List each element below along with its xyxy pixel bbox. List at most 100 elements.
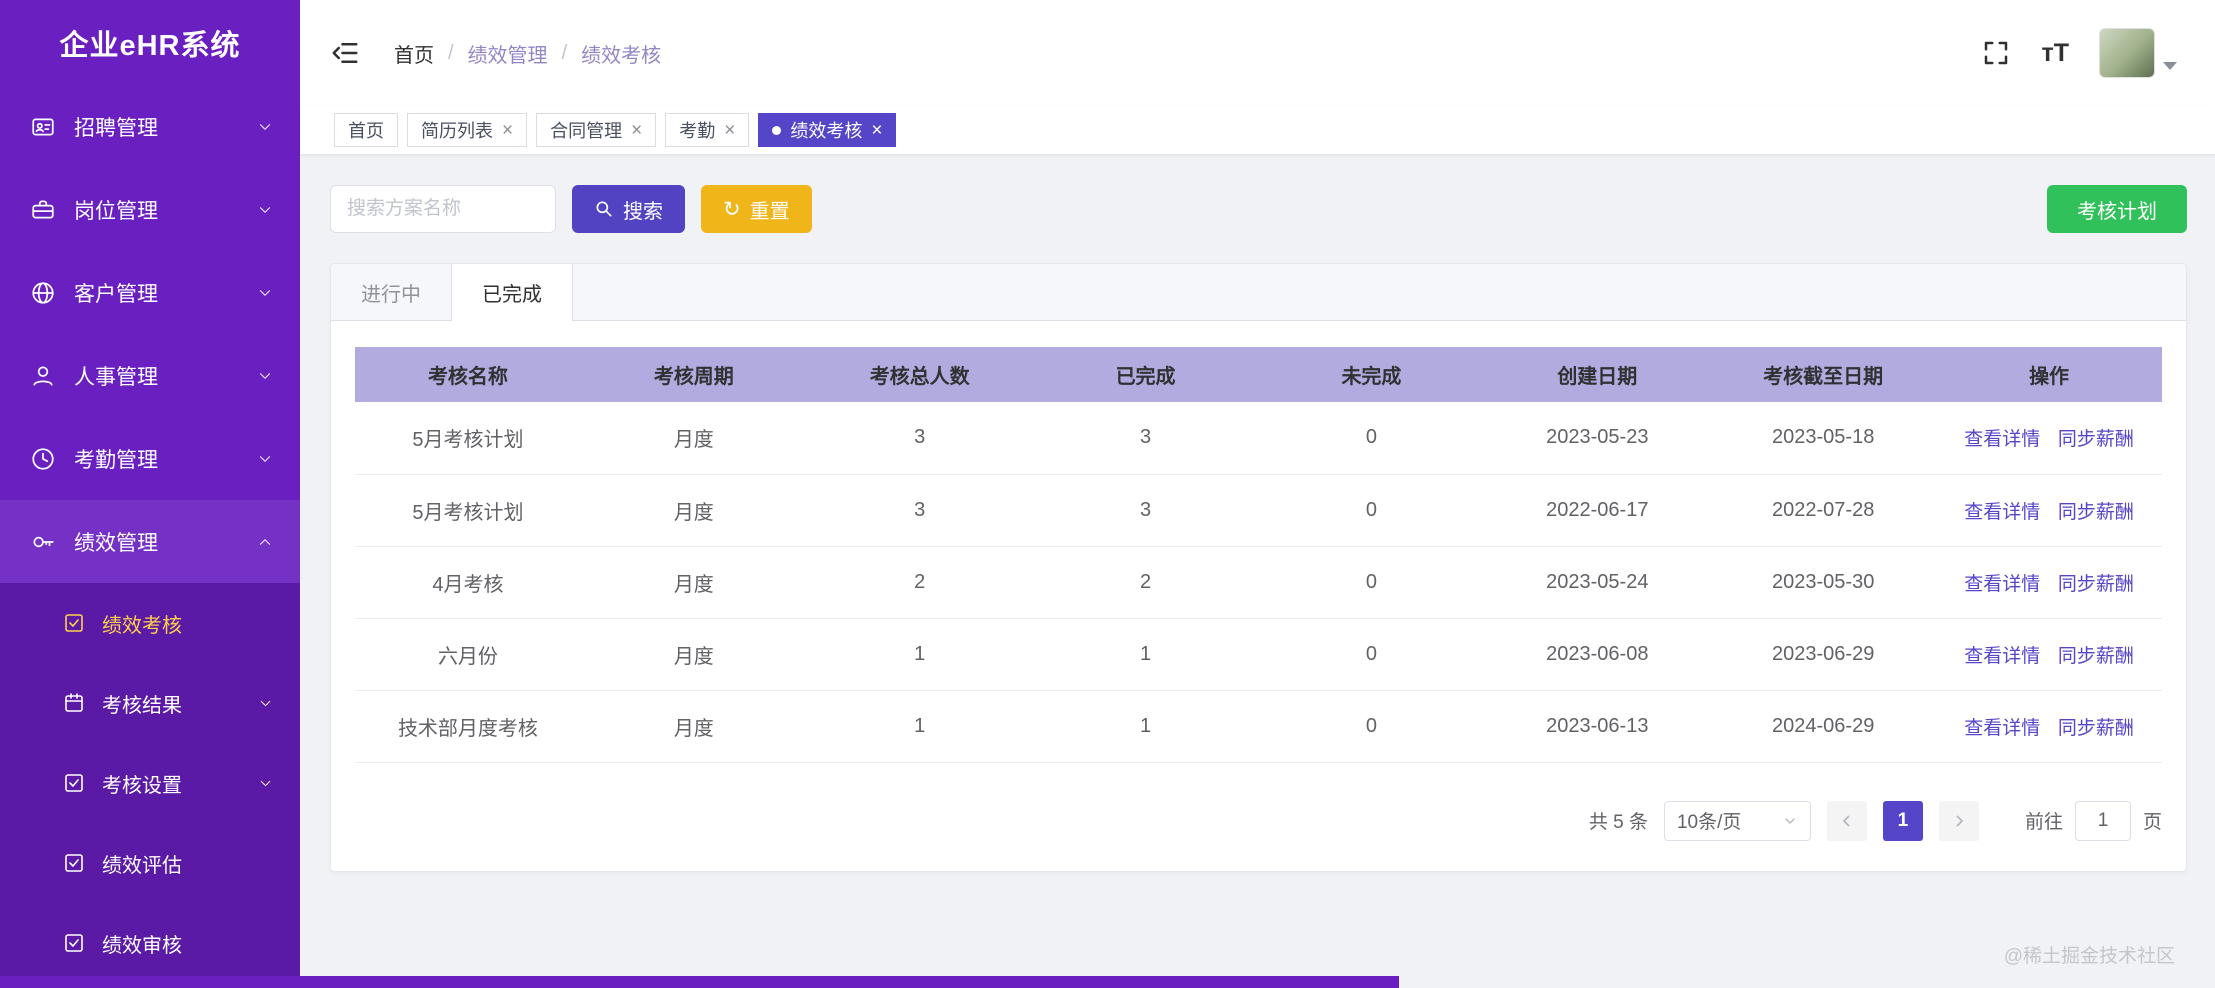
search-button[interactable]: 搜索 bbox=[572, 185, 685, 233]
sync-salary-link[interactable]: 同步薪酬 bbox=[2058, 718, 2134, 739]
close-icon[interactable]: × bbox=[502, 121, 513, 140]
topbar: 首页 / 绩效管理 / 绩效考核 тT bbox=[300, 0, 2215, 106]
collapse-sidebar-icon[interactable] bbox=[330, 38, 360, 68]
tag-contract-management[interactable]: 合同管理 × bbox=[536, 113, 657, 147]
sync-salary-link[interactable]: 同步薪酬 bbox=[2058, 646, 2134, 667]
cell-undone: 0 bbox=[1258, 474, 1485, 547]
view-detail-link[interactable]: 查看详情 bbox=[1964, 574, 2040, 595]
cell-done: 3 bbox=[1032, 402, 1259, 475]
chevron-down-icon bbox=[256, 450, 274, 468]
sidebar-item-review-settings[interactable]: 考核设置 bbox=[0, 743, 300, 823]
review-table: 考核名称 考核周期 考核总人数 已完成 未完成 创建日期 考核截至日期 操作 5… bbox=[355, 347, 2162, 763]
sidebar-item-label: 客户管理 bbox=[74, 282, 158, 306]
view-detail-link[interactable]: 查看详情 bbox=[1964, 502, 2040, 523]
column-header: 考核周期 bbox=[580, 347, 807, 402]
goto-page-input[interactable] bbox=[2074, 800, 2131, 841]
column-header: 考核总人数 bbox=[806, 347, 1033, 402]
page-content: 搜索 ↻ 重置 考核计划 进行中 已完成 bbox=[300, 155, 2215, 988]
sidebar-item-label: 绩效考核 bbox=[102, 614, 182, 637]
sidebar-item-performance[interactable]: 绩效管理 bbox=[0, 500, 300, 583]
cell-actions: 查看详情 同步薪酬 bbox=[1936, 690, 2162, 763]
cell-cycle: 月度 bbox=[580, 402, 807, 475]
tag-label: 考勤 bbox=[679, 121, 716, 141]
check-square-icon bbox=[62, 851, 86, 875]
cell-deadline: 2023-05-30 bbox=[1710, 546, 1937, 619]
view-detail-link[interactable]: 查看详情 bbox=[1964, 429, 2040, 450]
next-page-button[interactable] bbox=[1938, 800, 1979, 841]
sidebar-item-customer[interactable]: 客户管理 bbox=[0, 251, 300, 334]
breadcrumb: 首页 / 绩效管理 / 绩效考核 bbox=[394, 39, 661, 68]
breadcrumb-separator: / bbox=[448, 41, 454, 64]
cell-deadline: 2023-06-29 bbox=[1710, 618, 1937, 691]
chevron-down-icon bbox=[256, 284, 274, 302]
search-toolbar: 搜索 ↻ 重置 考核计划 bbox=[330, 185, 2187, 233]
current-page-button[interactable]: 1 bbox=[1882, 800, 1923, 841]
app-title: 企业eHR系统 bbox=[59, 29, 241, 62]
sidebar-item-personnel[interactable]: 人事管理 bbox=[0, 334, 300, 417]
chevron-down-icon bbox=[256, 367, 274, 385]
breadcrumb-home[interactable]: 首页 bbox=[394, 39, 434, 68]
customer-icon bbox=[30, 280, 56, 306]
sidebar-item-recruitment[interactable]: 招聘管理 bbox=[0, 85, 300, 168]
horizontal-scrollbar[interactable] bbox=[0, 976, 1399, 988]
close-icon[interactable]: × bbox=[631, 121, 642, 140]
column-header: 已完成 bbox=[1032, 347, 1259, 402]
cell-name: 5月考核计划 bbox=[355, 474, 581, 547]
column-header: 考核截至日期 bbox=[1710, 347, 1937, 402]
chevron-down-icon bbox=[256, 201, 274, 219]
fullscreen-icon[interactable] bbox=[1981, 38, 2011, 68]
breadcrumb-item: 绩效考核 bbox=[581, 44, 662, 67]
sidebar-item-review-results[interactable]: 考核结果 bbox=[0, 663, 300, 743]
status-tabs: 进行中 已完成 bbox=[331, 264, 2186, 321]
sidebar-item-performance-evaluation[interactable]: 绩效评估 bbox=[0, 823, 300, 903]
table-row: 六月份 月度 1 1 0 2023-06-08 2023-06-29 查看详情 … bbox=[355, 618, 2162, 691]
tag-resume-list[interactable]: 简历列表 × bbox=[407, 113, 528, 147]
cell-created: 2023-05-24 bbox=[1484, 546, 1711, 619]
caret-down-icon bbox=[2163, 62, 2177, 70]
close-icon[interactable]: × bbox=[724, 121, 735, 140]
tab-completed[interactable]: 已完成 bbox=[451, 264, 573, 321]
watermark: @稀土掘金技术社区 bbox=[2003, 946, 2175, 967]
personnel-icon bbox=[30, 363, 56, 389]
cell-undone: 0 bbox=[1258, 546, 1485, 619]
reset-button[interactable]: ↻ 重置 bbox=[701, 185, 812, 233]
cell-created: 2023-05-23 bbox=[1484, 402, 1711, 475]
page-size-select[interactable]: 10条/页 bbox=[1663, 800, 1811, 841]
chevron-down-icon bbox=[1785, 817, 1795, 824]
check-square-icon bbox=[62, 771, 86, 795]
prev-page-button[interactable] bbox=[1826, 800, 1867, 841]
table-header-row: 考核名称 考核周期 考核总人数 已完成 未完成 创建日期 考核截至日期 操作 bbox=[355, 347, 2162, 402]
sidebar-item-label: 考核结果 bbox=[102, 694, 182, 717]
avatar[interactable] bbox=[2099, 28, 2155, 78]
sidebar-item-performance-review[interactable]: 绩效考核 bbox=[0, 583, 300, 663]
sidebar-item-position[interactable]: 岗位管理 bbox=[0, 168, 300, 251]
recruitment-icon bbox=[30, 114, 56, 140]
tag-performance-review[interactable]: 绩效考核 × bbox=[758, 113, 897, 147]
view-detail-link[interactable]: 查看详情 bbox=[1964, 718, 2040, 739]
cell-name: 六月份 bbox=[355, 618, 581, 691]
column-header: 操作 bbox=[1936, 347, 2162, 402]
table-row: 5月考核计划 月度 3 3 0 2022-06-17 2022-07-28 查看… bbox=[355, 474, 2162, 547]
font-size-icon[interactable]: тT bbox=[2041, 39, 2069, 68]
tag-attendance[interactable]: 考勤 × bbox=[665, 113, 750, 147]
sync-salary-link[interactable]: 同步薪酬 bbox=[2058, 502, 2134, 523]
cell-cycle: 月度 bbox=[580, 546, 807, 619]
page-unit-label: 页 bbox=[2142, 812, 2162, 833]
sidebar-item-performance-audit[interactable]: 绩效审核 bbox=[0, 903, 300, 983]
sync-salary-link[interactable]: 同步薪酬 bbox=[2058, 574, 2134, 595]
cell-undone: 0 bbox=[1258, 618, 1485, 691]
chevron-left-icon bbox=[1843, 815, 1850, 826]
close-icon[interactable]: × bbox=[871, 121, 882, 140]
check-square-icon bbox=[62, 931, 86, 955]
search-input[interactable] bbox=[330, 185, 556, 233]
cell-cycle: 月度 bbox=[580, 690, 807, 763]
cell-done: 2 bbox=[1032, 546, 1259, 619]
tag-home[interactable]: 首页 bbox=[334, 113, 398, 147]
sync-salary-link[interactable]: 同步薪酬 bbox=[2058, 429, 2134, 450]
review-plan-button[interactable]: 考核计划 bbox=[2047, 185, 2187, 233]
user-menu[interactable] bbox=[2099, 28, 2177, 78]
view-detail-link[interactable]: 查看详情 bbox=[1964, 646, 2040, 667]
tab-in-progress[interactable]: 进行中 bbox=[331, 264, 451, 320]
table-row: 技术部月度考核 月度 1 1 0 2023-06-13 2024-06-29 查… bbox=[355, 690, 2162, 763]
sidebar-item-attendance[interactable]: 考勤管理 bbox=[0, 417, 300, 500]
